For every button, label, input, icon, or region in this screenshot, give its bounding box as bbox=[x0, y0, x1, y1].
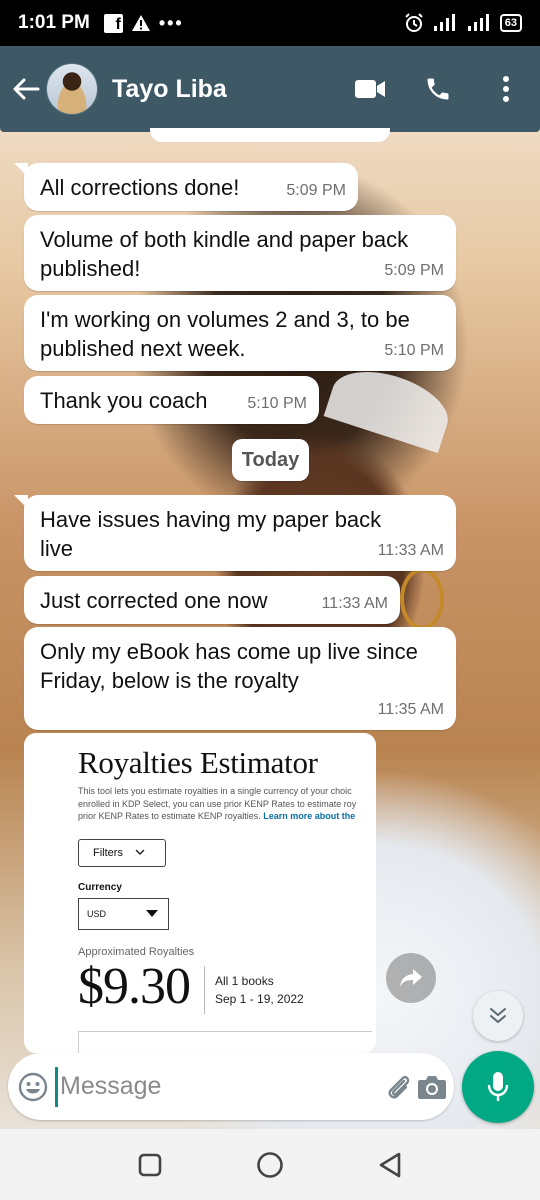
message-time: 11:33 AM bbox=[377, 542, 444, 559]
image-message[interactable]: Royalties Estimator This tool lets you e… bbox=[24, 733, 376, 1053]
message-bubble[interactable]: I'm working on volumes 2 and 3, to be pu… bbox=[24, 295, 456, 371]
emoji-button[interactable] bbox=[16, 1059, 49, 1115]
currency-label: Currency bbox=[78, 881, 122, 893]
voice-call-button[interactable] bbox=[404, 59, 472, 119]
status-time: 1:01 PM bbox=[18, 12, 90, 33]
estimator-title: Royalties Estimator bbox=[78, 745, 318, 780]
video-call-button[interactable] bbox=[336, 59, 404, 119]
books-count: All 1 books bbox=[215, 973, 274, 988]
learn-more-link: Learn more about the bbox=[263, 811, 356, 821]
chat-header: Tayo Liba bbox=[0, 46, 540, 132]
system-navigation-bar bbox=[0, 1129, 540, 1200]
signal-2-icon bbox=[467, 14, 489, 31]
message-text: All corrections done! bbox=[40, 175, 240, 200]
divider bbox=[204, 965, 205, 1014]
signal-1-icon bbox=[433, 14, 455, 31]
message-time: 5:10 PM bbox=[247, 395, 307, 412]
approx-royalties-label: Approximated Royalties bbox=[78, 945, 195, 958]
double-chevron-down-icon bbox=[490, 1008, 506, 1023]
message-input[interactable] bbox=[55, 1066, 382, 1107]
message-time: 5:09 PM bbox=[286, 182, 346, 199]
status-bar: 1:01 PM f ••• 63 bbox=[0, 0, 540, 46]
back-button[interactable] bbox=[6, 69, 46, 109]
battery-icon: 63 bbox=[499, 14, 522, 32]
message-text: Thank you coach bbox=[40, 388, 208, 413]
forward-icon bbox=[400, 969, 422, 987]
attach-button[interactable] bbox=[382, 1059, 415, 1115]
scroll-to-bottom-button[interactable] bbox=[473, 991, 523, 1041]
recent-apps-button[interactable] bbox=[120, 1135, 180, 1195]
back-nav-button[interactable] bbox=[360, 1135, 420, 1195]
forward-button[interactable] bbox=[386, 953, 436, 1003]
message-text: I'm working on volumes 2 and 3, to be pu… bbox=[40, 307, 410, 361]
phone-icon bbox=[427, 78, 449, 100]
currency-select: USD bbox=[78, 897, 169, 930]
message-bubble[interactable]: Thank you coach 5:10 PM bbox=[24, 376, 319, 424]
warning-notification-icon bbox=[131, 15, 150, 31]
alarm-icon bbox=[405, 13, 423, 32]
chevron-down-icon bbox=[135, 849, 145, 855]
contact-avatar[interactable] bbox=[46, 63, 98, 115]
more-notifications-icon: ••• bbox=[158, 12, 184, 33]
voice-message-button[interactable] bbox=[462, 1051, 534, 1123]
camera-icon bbox=[417, 1075, 446, 1099]
message-composer bbox=[8, 1053, 454, 1120]
message-text: Just corrected one now bbox=[40, 588, 268, 613]
message-bubble[interactable]: Have issues having my paper back live 11… bbox=[14, 495, 456, 571]
facebook-notification-icon: f bbox=[103, 13, 123, 33]
message-time: 5:10 PM bbox=[384, 342, 444, 359]
caret-down-icon bbox=[146, 910, 158, 917]
previous-message-bubble-edge bbox=[150, 128, 390, 142]
estimator-description: This tool lets you estimate royalties in… bbox=[78, 786, 357, 821]
kebab-menu-icon bbox=[503, 76, 509, 102]
camera-button[interactable] bbox=[415, 1059, 448, 1115]
message-bubble[interactable]: Only my eBook has come up live since Fri… bbox=[24, 627, 456, 730]
square-icon bbox=[138, 1153, 162, 1176]
day-separator: Today bbox=[232, 439, 309, 481]
message-bubble[interactable]: All corrections done! 5:09 PM bbox=[14, 163, 358, 211]
message-time: 11:33 AM bbox=[321, 595, 388, 612]
more-options-button[interactable] bbox=[472, 59, 540, 119]
paperclip-icon bbox=[388, 1075, 409, 1098]
video-camera-icon bbox=[355, 80, 385, 98]
royalty-amount: $9.30 bbox=[78, 957, 191, 1015]
arrow-left-icon bbox=[13, 78, 40, 100]
filters-dropdown: Filters bbox=[78, 838, 166, 867]
date-range: Sep 1 - 19, 2022 bbox=[215, 991, 304, 1006]
message-text: Volume of both kindle and paper back pub… bbox=[40, 227, 409, 281]
message-time: 5:09 PM bbox=[384, 262, 444, 279]
results-box-edge bbox=[78, 1031, 372, 1053]
microphone-icon bbox=[487, 1072, 509, 1101]
triangle-back-icon bbox=[379, 1152, 401, 1177]
circle-icon bbox=[257, 1151, 283, 1178]
message-bubble[interactable]: Just corrected one now 11:33 AM bbox=[24, 576, 400, 624]
contact-name[interactable]: Tayo Liba bbox=[112, 75, 227, 104]
emoji-icon bbox=[18, 1072, 47, 1101]
home-button[interactable] bbox=[240, 1135, 300, 1195]
message-time: 11:35 AM bbox=[377, 701, 444, 718]
message-bubble[interactable]: Volume of both kindle and paper back pub… bbox=[24, 215, 456, 291]
royalties-estimator-screenshot: Royalties Estimator This tool lets you e… bbox=[28, 737, 372, 1053]
